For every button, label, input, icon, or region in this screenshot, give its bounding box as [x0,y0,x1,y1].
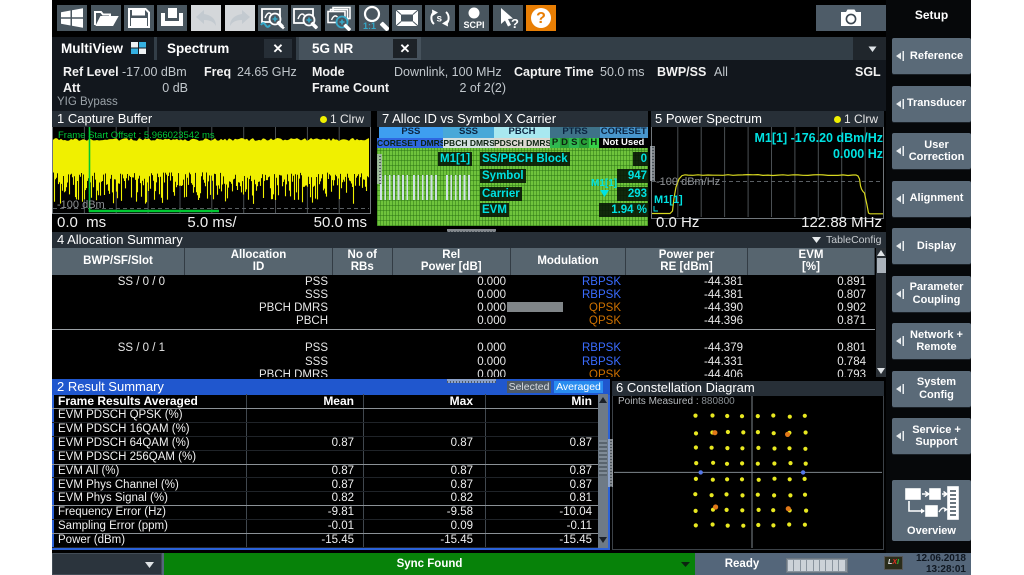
svg-text:?: ? [536,10,546,27]
svg-text:SCPI: SCPI [463,20,484,30]
svg-text:M1[1]: M1[1] [654,194,683,206]
svg-text:s: s [437,14,443,25]
svg-text:-100 dBm: -100 dBm [57,199,105,211]
svg-text:Frame Start Offset : 5.9660235: Frame Start Offset : 5.966023542 ms [58,130,215,141]
svg-text:1:1: 1:1 [363,21,376,31]
svg-text:-100 dBm/Hz: -100 dBm/Hz [656,176,720,188]
svg-text:?: ? [511,16,519,31]
